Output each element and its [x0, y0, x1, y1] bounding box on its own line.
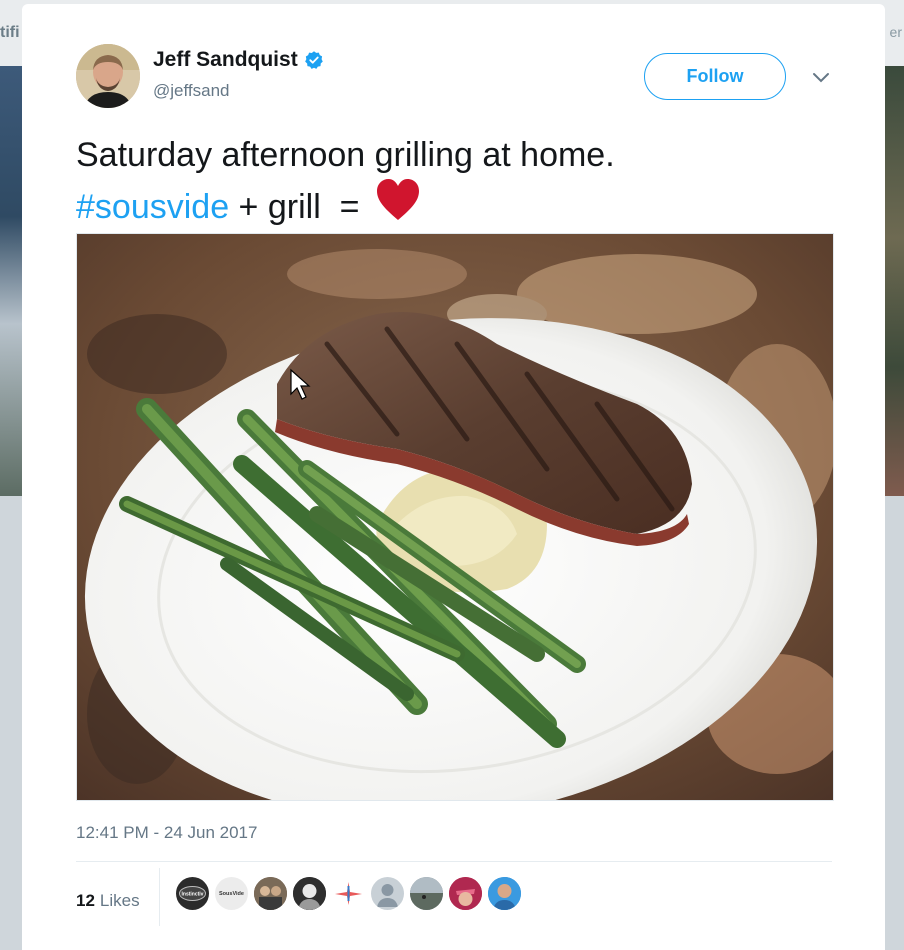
- tweet-text-line2: #sousvide + grill =: [76, 178, 836, 230]
- tweet-text: Saturday afternoon grilling at home. #so…: [76, 132, 836, 230]
- heart-icon: [376, 179, 419, 220]
- liker-avatar[interactable]: [449, 877, 482, 910]
- liker-1-logo-text: Instinctiv: [182, 892, 204, 898]
- liker-avatar[interactable]: [371, 877, 404, 910]
- background-photo-left: [0, 66, 22, 496]
- liker-avatar[interactable]: [254, 877, 287, 910]
- hashtag-link[interactable]: #sousvide: [76, 188, 229, 226]
- liker-avatar[interactable]: SousVide: [215, 877, 248, 910]
- liker-avatar[interactable]: [488, 877, 521, 910]
- background-panel-left: [0, 496, 22, 950]
- liker-2-logo-text: SousVide: [219, 891, 244, 897]
- verified-badge-icon: [304, 51, 323, 69]
- likes-stat[interactable]: 12 Likes: [76, 876, 140, 926]
- food-photo-image: [77, 234, 833, 800]
- likes-count: 12: [76, 891, 95, 910]
- author-avatar[interactable]: [76, 44, 140, 108]
- liker-avatar[interactable]: [293, 877, 326, 910]
- tweet-timestamp[interactable]: 12:41 PM - 24 Jun 2017: [76, 823, 257, 843]
- background-photo-right: [884, 66, 904, 496]
- liker-avatar[interactable]: [410, 877, 443, 910]
- tweet-text-line1: Saturday afternoon grilling at home.: [76, 136, 615, 174]
- tweet-text-rest: + grill =: [229, 188, 369, 226]
- background-text-right: er: [889, 24, 902, 40]
- author-name[interactable]: Jeff Sandquist: [153, 48, 298, 72]
- liker-avatars: Instinctiv SousVide: [176, 877, 521, 910]
- likes-vertical-divider: [159, 868, 160, 926]
- author-handle[interactable]: @jeffsand: [153, 81, 230, 101]
- tweet-card: Jeff Sandquist @jeffsand Follow Saturday…: [22, 4, 885, 950]
- background-panel-right: [884, 496, 904, 950]
- chevron-down-icon[interactable]: [810, 66, 832, 88]
- likes-label: Likes: [99, 891, 140, 910]
- tweet-photo[interactable]: [76, 233, 834, 801]
- author-name-row: Jeff Sandquist: [153, 48, 324, 72]
- follow-button[interactable]: Follow: [644, 53, 786, 100]
- liker-avatar[interactable]: [332, 877, 365, 910]
- stats-divider: [76, 861, 832, 862]
- background-text-left: tifi: [0, 24, 20, 41]
- liker-avatar[interactable]: Instinctiv: [176, 877, 209, 910]
